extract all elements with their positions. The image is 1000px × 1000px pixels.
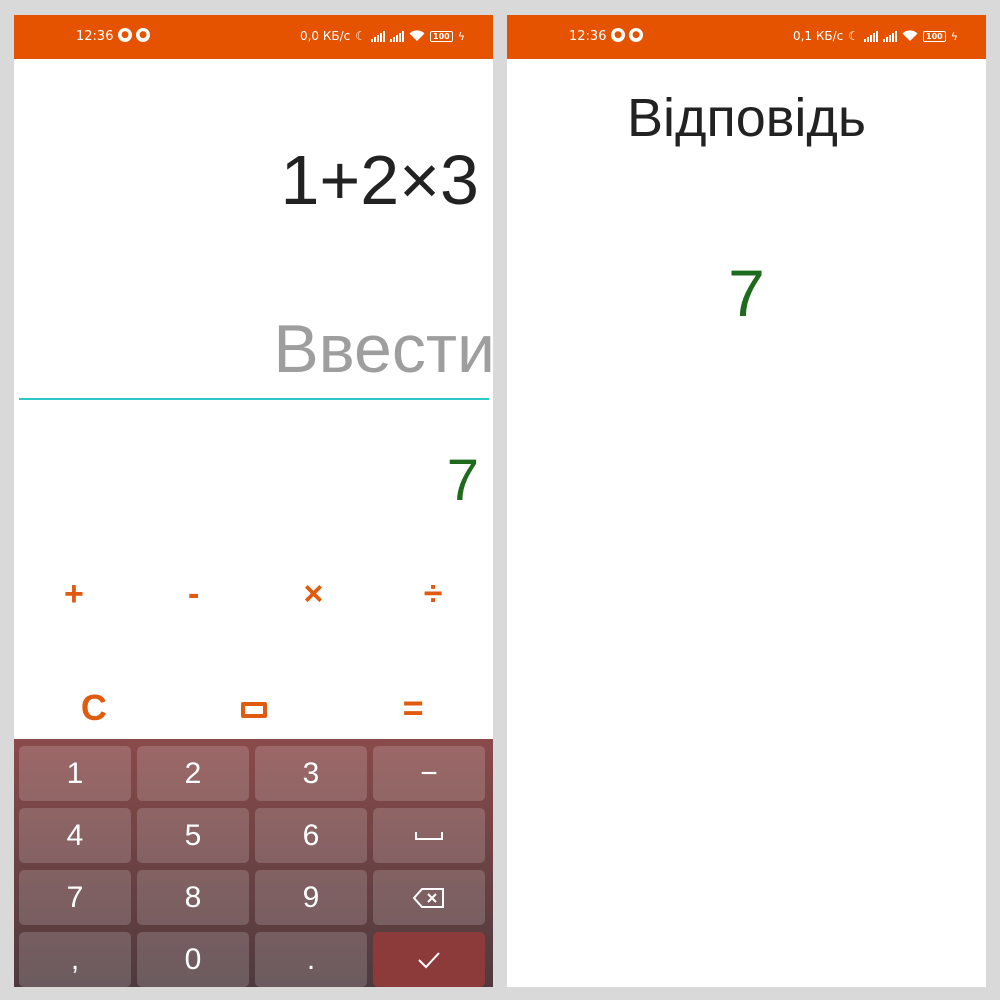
signal-icon — [390, 30, 405, 42]
key-1[interactable]: 1 — [19, 746, 131, 801]
status-time: 12:36 — [76, 29, 114, 44]
moon-icon: ☾ — [848, 29, 860, 43]
confirm-key[interactable] — [373, 932, 485, 987]
answer-title: Відповідь — [626, 88, 867, 148]
wifi-icon — [409, 30, 425, 41]
status-indicators: 0,1 КБ/с ☾ 100 ϟ — [793, 29, 958, 43]
rectangle-icon — [240, 702, 267, 719]
answer-screen: 12:36 ● ● 0,1 КБ/с ☾ 100 ϟ Відповідь 7 — [507, 15, 986, 987]
moon-icon: ☾ — [355, 29, 367, 43]
key-2[interactable]: 2 — [137, 746, 249, 801]
charging-icon: ϟ — [950, 29, 958, 43]
calculator-screen: 12:36 ● ● 0,0 КБ/с ☾ 100 ϟ 1+2×3 Ввести … — [14, 15, 493, 987]
key-comma[interactable]: , — [19, 932, 131, 987]
battery-icon: 100 — [923, 30, 946, 42]
key-4[interactable]: 4 — [19, 808, 131, 863]
status-indicators: 0,0 КБ/с ☾ 100 ϟ — [300, 29, 465, 43]
charging-icon: ϟ — [457, 29, 465, 43]
input-placeholder: Ввести — [273, 311, 493, 387]
numeric-keyboard: 1 2 3 − 4 5 6 7 8 9 , 0 . — [14, 739, 493, 987]
app-notification-icon: ● — [611, 28, 625, 42]
app-notification-icon: ● — [118, 28, 132, 42]
signal-icon — [864, 30, 879, 42]
key-5[interactable]: 5 — [137, 808, 249, 863]
action-row: C = — [14, 687, 493, 729]
status-bar: 12:36 ● ● 0,0 КБ/с ☾ 100 ϟ — [14, 15, 493, 59]
app-notification-icon: ● — [136, 28, 150, 42]
result-display: 7 — [446, 448, 479, 513]
key-3[interactable]: 3 — [255, 746, 367, 801]
signal-icon — [883, 30, 898, 42]
network-speed: 0,0 КБ/с — [299, 29, 351, 43]
multiply-button[interactable]: × — [254, 575, 374, 614]
key-dot[interactable]: . — [255, 932, 367, 987]
operator-row: + - × ÷ — [14, 575, 493, 614]
notification-icons: ● ● — [118, 28, 150, 42]
window-button[interactable] — [174, 687, 334, 729]
signal-icon — [371, 30, 386, 42]
wifi-icon — [902, 30, 918, 41]
equals-button[interactable]: = — [333, 687, 493, 729]
space-key[interactable] — [373, 808, 485, 863]
status-time: 12:36 — [569, 29, 607, 44]
status-bar: 12:36 ● ● 0,1 КБ/с ☾ 100 ϟ — [507, 15, 986, 59]
key-minus[interactable]: − — [373, 746, 485, 801]
expression-input[interactable]: Ввести — [19, 310, 493, 400]
network-speed: 0,1 КБ/с — [792, 29, 844, 43]
key-9[interactable]: 9 — [255, 870, 367, 925]
minus-button[interactable]: - — [134, 575, 254, 614]
backspace-icon — [413, 887, 444, 908]
battery-icon: 100 — [430, 30, 453, 42]
expression-display: 1+2×3 — [280, 141, 479, 219]
notification-icons: ● ● — [611, 28, 643, 42]
app-notification-icon: ● — [629, 28, 643, 42]
check-icon — [418, 951, 440, 968]
clear-button[interactable]: C — [14, 687, 174, 729]
key-0[interactable]: 0 — [137, 932, 249, 987]
backspace-key[interactable] — [373, 870, 485, 925]
key-7[interactable]: 7 — [19, 870, 131, 925]
key-6[interactable]: 6 — [255, 808, 367, 863]
answer-value: 7 — [728, 256, 765, 330]
key-8[interactable]: 8 — [137, 870, 249, 925]
space-icon — [415, 831, 443, 840]
plus-button[interactable]: + — [14, 575, 134, 614]
divide-button[interactable]: ÷ — [373, 575, 493, 614]
